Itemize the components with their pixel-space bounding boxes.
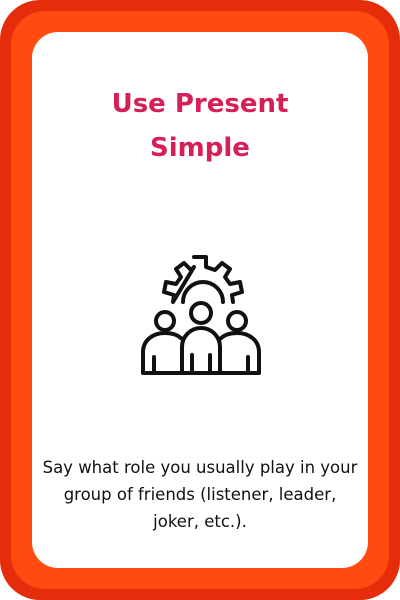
card-title-line-2: Simple bbox=[150, 133, 250, 163]
card-title: Use Present Simple bbox=[0, 82, 400, 170]
card-title-line-1: Use Present bbox=[111, 89, 289, 119]
team-gear-icon bbox=[141, 255, 261, 375]
task-card: Use Present Simple Say what role you usu… bbox=[0, 0, 400, 600]
card-prompt: Say what role you usually play in your g… bbox=[42, 458, 358, 531]
